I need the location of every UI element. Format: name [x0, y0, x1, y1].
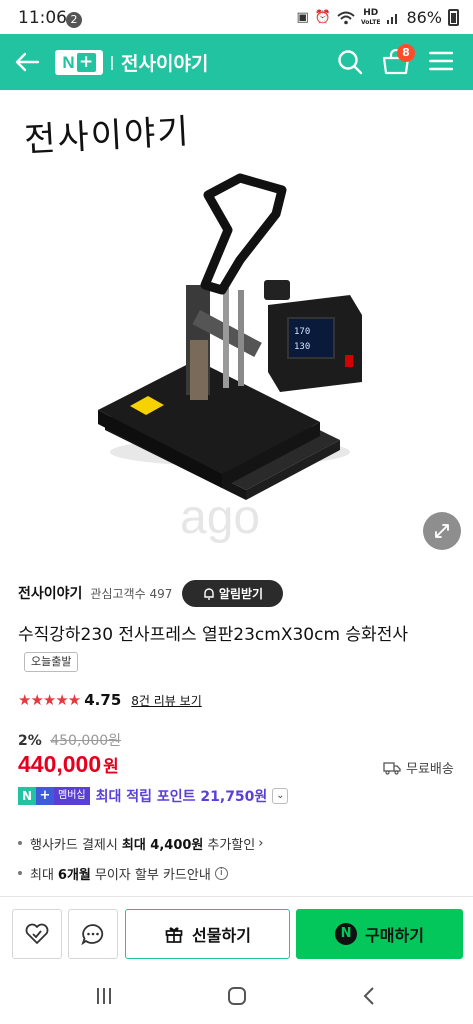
price-row: 440,000 원: [18, 751, 119, 778]
bottom-action-bar: 선물하기 N 구매하기: [0, 896, 473, 968]
benefit-highlight: 최대 4,400원: [121, 837, 204, 853]
back-arrow-icon[interactable]: [12, 48, 42, 76]
store-name[interactable]: 전사이야기: [18, 583, 82, 603]
benefit-text: 행사카드 결제시: [30, 837, 118, 853]
buy-label: 구매하기: [365, 926, 424, 945]
bell-plus-icon: [204, 587, 214, 600]
buy-button[interactable]: N 구매하기: [296, 909, 463, 959]
benefit-text: 최대: [30, 867, 54, 883]
status-time: 11:06: [18, 8, 67, 28]
truck-icon: [383, 761, 401, 775]
notify-label: 알림받기: [218, 587, 264, 601]
chat-button[interactable]: [68, 909, 118, 959]
info-icon[interactable]: i: [214, 866, 228, 880]
reviews-link[interactable]: 8건 리뷰 보기: [131, 692, 201, 709]
product-name-text: 수직강하230 전사프레스 열판23cmX30cm 승화전사: [18, 625, 408, 645]
bullet: [18, 841, 22, 845]
notify-button[interactable]: 알림받기: [182, 580, 283, 607]
discount-rate: 2%: [18, 733, 42, 749]
shipping-label: 무료배송: [406, 762, 454, 777]
chevron-down-icon[interactable]: ⌄: [272, 788, 289, 804]
system-back-icon[interactable]: [358, 984, 382, 1008]
alarm-icon: ⏰: [314, 10, 331, 25]
rating-stars: ★★★★★: [18, 691, 81, 709]
logo-n: N: [62, 52, 75, 72]
chat-bubble-icon: [81, 924, 104, 946]
rating-score: 4.75: [84, 691, 122, 709]
original-price: 450,000원: [50, 733, 122, 749]
hd-volte-indicator: HD VoLTE: [360, 7, 381, 27]
naver-plus-logo[interactable]: N +: [55, 50, 103, 75]
product-image-gallery[interactable]: 전사이야기 ago 170 130: [0, 90, 473, 562]
home-icon[interactable]: [225, 984, 249, 1008]
gift-label: 선물하기: [192, 926, 251, 945]
followers-value: 497: [149, 586, 173, 601]
svg-text:170: 170: [294, 327, 310, 337]
menu-icon[interactable]: [428, 50, 454, 72]
benefit-text: 추가할인: [207, 837, 256, 853]
delivery-badge: 오늘출발: [24, 652, 79, 672]
signal-icon: [387, 13, 398, 24]
gift-button[interactable]: 선물하기: [125, 909, 290, 959]
rating-row: ★★★★★ 4.75 8건 리뷰 보기: [18, 691, 202, 709]
benefit-highlight: 6개월: [57, 867, 91, 883]
heat-press-product-image: 170 130: [98, 173, 362, 500]
benefit-installment[interactable]: 최대 6개월 무이자 할부 카드안내 i: [18, 858, 263, 888]
wifi-icon: [337, 11, 355, 24]
expand-image-button[interactable]: [423, 512, 461, 550]
membership-badge: N + 멤버십: [18, 787, 90, 805]
notification-count-badge: 2: [66, 12, 82, 28]
battery-icon: [448, 9, 459, 26]
sale-price: 440,000: [18, 751, 102, 777]
discount-row: 2% 450,000원: [18, 730, 121, 750]
membership-badge-n: N: [18, 787, 36, 805]
bullet: [18, 871, 22, 875]
gift-icon: [165, 927, 183, 943]
header-divider: [111, 56, 113, 70]
header-store-title[interactable]: 전사이야기: [121, 49, 208, 76]
membership-badge-label: 멤버십: [54, 787, 90, 805]
app-header: N + 전사이야기: [0, 34, 473, 90]
cart-count-badge: 8: [397, 44, 415, 62]
product-title: 수직강하230 전사프레스 열판23cmX30cm 승화전사오늘출발: [18, 622, 458, 676]
benefit-text: 무이자 할부 카드안내: [94, 867, 211, 883]
recent-apps-icon[interactable]: [92, 984, 116, 1008]
status-right: ▣ ⏰ HD VoLTE 86%: [296, 8, 459, 27]
battery-percent: 86%: [406, 8, 442, 27]
search-icon[interactable]: [336, 48, 364, 76]
benefit-card-discount[interactable]: 행사카드 결제시 최대 4,400원 추가할인 ›: [18, 828, 263, 858]
volte-label: VoLTE: [360, 18, 381, 26]
wishlist-button[interactable]: [12, 909, 62, 959]
membership-points-row[interactable]: N + 멤버십 최대 적립 포인트 21,750원 ⌄: [18, 786, 289, 806]
followers-count: 관심고객수 497: [90, 585, 172, 602]
logo-plus: +: [76, 53, 96, 72]
followers-label: 관심고객수: [90, 586, 146, 601]
max-points-text: 최대 적립 포인트 21,750원: [95, 789, 268, 805]
hd-label: HD: [363, 7, 379, 18]
heart-check-icon: [25, 923, 49, 944]
benefits-list: 행사카드 결제시 최대 4,400원 추가할인 › 최대 6개월 무이자 할부 …: [18, 828, 263, 888]
membership-badge-plus: +: [36, 787, 54, 805]
currency-label: 원: [103, 757, 119, 777]
naver-pay-icon: N: [335, 923, 358, 945]
expand-icon: [435, 524, 449, 538]
svg-text:130: 130: [294, 342, 310, 352]
system-nav-bar: [0, 968, 473, 1024]
status-bar: 11:06 2 ▣ ⏰ HD VoLTE 86%: [0, 0, 473, 34]
chevron-right-icon: ›: [258, 835, 264, 851]
shipping-info: 무료배송: [383, 758, 454, 777]
lock-icon: ▣: [296, 10, 309, 25]
store-info-row: 전사이야기 관심고객수 497 알림받기: [18, 580, 283, 607]
